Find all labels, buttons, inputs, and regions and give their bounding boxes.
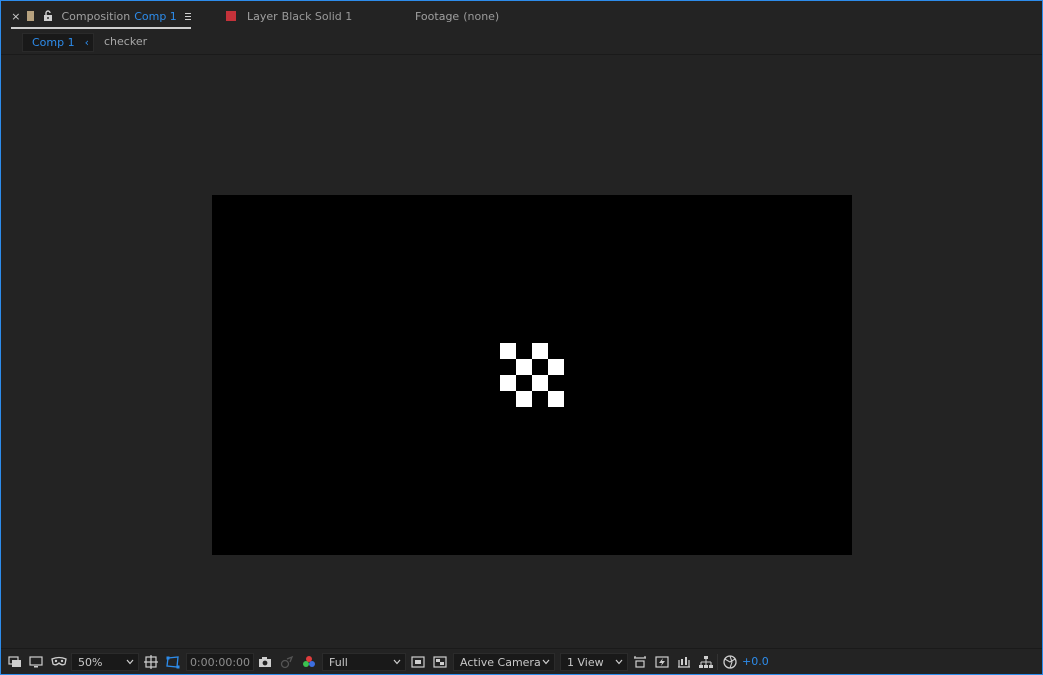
composition-viewer[interactable]	[1, 56, 1042, 648]
view-layout-value: 1 View	[567, 655, 604, 669]
reset-exposure-icon[interactable]	[722, 653, 738, 671]
checker-square	[532, 343, 548, 359]
checker-square	[532, 359, 548, 375]
tab-layer-label: Layer	[247, 9, 278, 23]
panel-menu-icon[interactable]	[184, 12, 191, 20]
tab-footage[interactable]: Footage (none)	[415, 1, 499, 31]
composition-frame[interactable]	[212, 195, 852, 555]
lock-icon[interactable]	[43, 10, 53, 22]
checker-square	[516, 375, 532, 391]
tab-composition-value: Comp 1	[134, 9, 177, 23]
tab-layer[interactable]: Layer Black Solid 1	[223, 1, 352, 31]
chevron-left-icon: ‹	[84, 36, 89, 49]
camera-snapshot-icon[interactable]	[257, 653, 273, 671]
magnification-dropdown[interactable]: 50%	[71, 653, 139, 671]
toggle-pixel-aspect-icon[interactable]	[632, 653, 648, 671]
chevron-down-icon	[126, 659, 134, 665]
resolution-value: Full	[329, 655, 348, 669]
tab-composition[interactable]: × Composition Comp 1	[11, 1, 191, 31]
show-snapshot-icon[interactable]	[279, 653, 295, 671]
monitor-icon[interactable]	[28, 653, 44, 671]
region-of-interest-icon[interactable]	[410, 653, 426, 671]
checker-square	[532, 391, 548, 407]
fast-previews-icon[interactable]	[654, 653, 670, 671]
flowchart-icon[interactable]	[698, 653, 714, 671]
label-color-swatch	[26, 11, 34, 21]
grid-guides-icon[interactable]	[143, 653, 159, 671]
panel-tab-bar: × Composition Comp 1 Layer Black Solid 1…	[1, 1, 1042, 31]
checker-square	[548, 391, 564, 407]
toolbar-separator	[717, 654, 718, 670]
layer-color-swatch	[226, 11, 236, 21]
transparency-grid-icon[interactable]	[432, 653, 448, 671]
breadcrumb-comp-1-label: Comp 1	[32, 36, 75, 49]
tab-composition-label: Composition	[61, 9, 131, 23]
checker-square	[500, 343, 516, 359]
current-time-field[interactable]: 0:00:00:00	[186, 653, 254, 671]
camera-view-value: Active Camera	[460, 655, 541, 669]
view-layout-dropdown[interactable]: 1 View	[560, 653, 628, 671]
camera-view-dropdown[interactable]: Active Camera	[453, 653, 555, 671]
resolution-dropdown[interactable]: Full	[322, 653, 406, 671]
checker-square	[500, 359, 516, 375]
checker-layer[interactable]	[500, 343, 564, 407]
mask-visibility-icon[interactable]	[50, 653, 68, 671]
chevron-down-icon	[542, 659, 550, 665]
breadcrumb-checker[interactable]: checker	[104, 35, 147, 48]
checker-square	[548, 375, 564, 391]
mask-path-icon[interactable]	[165, 653, 181, 671]
exposure-value[interactable]: +0.0	[742, 655, 769, 668]
timeline-icon[interactable]	[676, 653, 692, 671]
checker-square	[516, 359, 532, 375]
checker-square	[516, 343, 532, 359]
magnification-value: 50%	[78, 655, 103, 669]
checker-square	[500, 375, 516, 391]
tab-footage-value: (none)	[463, 9, 500, 23]
viewer-toolbar: 50% 0:00:00:00 Full Active Camera 1 View…	[1, 648, 1042, 674]
chevron-down-icon	[393, 659, 401, 665]
chevron-down-icon	[615, 659, 623, 665]
tab-layer-value: Black Solid 1	[281, 9, 353, 23]
checker-square	[516, 391, 532, 407]
checker-square	[500, 391, 516, 407]
composition-navigator: Comp 1 ‹ checker	[1, 31, 1042, 55]
breadcrumb-comp-1[interactable]: Comp 1 ‹	[22, 33, 94, 52]
checker-square	[548, 343, 564, 359]
always-preview-icon[interactable]	[7, 653, 23, 671]
close-tab-icon[interactable]: ×	[11, 10, 21, 23]
color-channels-icon[interactable]	[301, 653, 317, 671]
checker-square	[548, 359, 564, 375]
tab-footage-label: Footage	[415, 9, 460, 23]
composition-panel: × Composition Comp 1 Layer Black Solid 1…	[0, 0, 1043, 675]
checker-square	[532, 375, 548, 391]
